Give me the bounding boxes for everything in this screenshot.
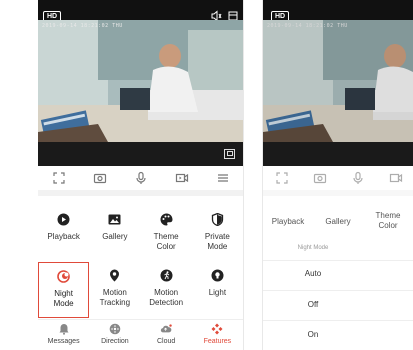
screen-fit-icon[interactable] [275, 171, 289, 185]
feature-label: Motion Tracking [99, 288, 131, 307]
video-control-row [38, 166, 243, 196]
microphone-icon[interactable] [134, 171, 148, 185]
screenshot-camera-icon[interactable] [313, 171, 327, 185]
play-circle-icon [57, 213, 70, 226]
feature-gallery[interactable]: Gallery [89, 206, 140, 262]
feature-label: Theme Color [153, 232, 179, 251]
feature-label: Theme Color [375, 211, 401, 230]
feature-motion-tracking[interactable]: Motion Tracking [89, 262, 140, 318]
feature-label: Motion Detection [149, 288, 184, 307]
divider [263, 290, 413, 291]
night-mode-sheet: Night Mode Auto Off On [263, 236, 413, 350]
option-auto[interactable]: Auto [263, 269, 363, 278]
picture-in-picture-icon[interactable] [224, 149, 235, 159]
camera-feed[interactable]: 2019-09-14 18:21:02 THU [38, 20, 243, 142]
divider [263, 260, 413, 261]
video-status-strip [38, 142, 243, 166]
feature-label: Gallery [325, 217, 351, 226]
left-phone-screen: HD 2019-09-14 18:21:02 THU Playback Gall… [38, 0, 244, 350]
screen-fit-icon[interactable] [52, 171, 66, 185]
feature-motion-detection[interactable]: Motion Detection [141, 262, 192, 318]
sheet-title: Night Mode [297, 245, 329, 251]
nav-label: Messages [47, 338, 80, 345]
camera-scene-image [263, 20, 413, 142]
feature-playback[interactable]: Playback [263, 206, 313, 233]
nav-label: Features [203, 338, 232, 345]
cloud-icon [160, 324, 172, 333]
feature-label: Gallery [102, 232, 128, 241]
feature-playback[interactable]: Playback [38, 206, 89, 262]
record-video-icon[interactable] [175, 171, 189, 185]
nav-messages[interactable]: Messages [38, 320, 89, 350]
features-icon [211, 323, 223, 335]
night-mode-icon [57, 270, 70, 283]
feature-label: Playback [47, 232, 80, 241]
bulb-icon [211, 269, 224, 282]
bell-icon [59, 324, 69, 335]
camera-feed[interactable]: 2019-09-14 18:21:02 THU [263, 20, 413, 142]
feature-night-mode[interactable]: Night Mode [38, 262, 90, 318]
joystick-icon [109, 323, 121, 335]
video-timestamp: 2019-09-14 18:21:02 THU [42, 23, 123, 29]
running-icon [160, 269, 173, 282]
microphone-icon[interactable] [351, 171, 365, 185]
feature-label: Private Mode [204, 232, 230, 251]
divider [263, 320, 413, 321]
feature-label: Playback [271, 217, 305, 226]
feature-grid: Playback Gallery Theme Color Private Mod… [38, 206, 243, 318]
option-off[interactable]: Off [263, 300, 363, 309]
nav-direction[interactable]: Direction [89, 320, 140, 350]
feature-light[interactable]: Light [192, 262, 243, 318]
option-on[interactable]: On [263, 330, 363, 339]
nav-cloud[interactable]: Cloud [141, 320, 192, 350]
nav-label: Cloud [156, 338, 176, 345]
feature-theme-color[interactable]: Theme Color [141, 206, 192, 262]
video-timestamp: 2019-09-14 18:21:02 THU [267, 23, 348, 29]
record-video-icon[interactable] [389, 171, 403, 185]
camera-scene-image [38, 20, 243, 142]
image-icon [108, 214, 121, 225]
video-control-row [263, 166, 413, 196]
feature-gallery[interactable]: Gallery [313, 206, 363, 233]
location-pin-icon [110, 269, 120, 282]
screenshot-camera-icon[interactable] [93, 171, 107, 185]
nav-label: Direction [101, 338, 129, 345]
palette-icon [160, 213, 173, 226]
feature-label: Light [208, 288, 227, 297]
bottom-navigation: Messages Direction Cloud Features [38, 319, 243, 350]
video-status-strip [263, 142, 413, 166]
feature-theme-color[interactable]: Theme Color [363, 206, 413, 233]
shield-icon [211, 213, 224, 226]
right-phone-screen: HD 2019-09-14 18:21:02 THU Playback Gall… [262, 0, 413, 350]
feature-label: Night Mode [53, 289, 74, 308]
feature-private-mode[interactable]: Private Mode [192, 206, 243, 262]
menu-icon[interactable] [216, 171, 230, 185]
feature-grid: Playback Gallery Theme Color [263, 206, 413, 233]
nav-features[interactable]: Features [192, 320, 243, 350]
